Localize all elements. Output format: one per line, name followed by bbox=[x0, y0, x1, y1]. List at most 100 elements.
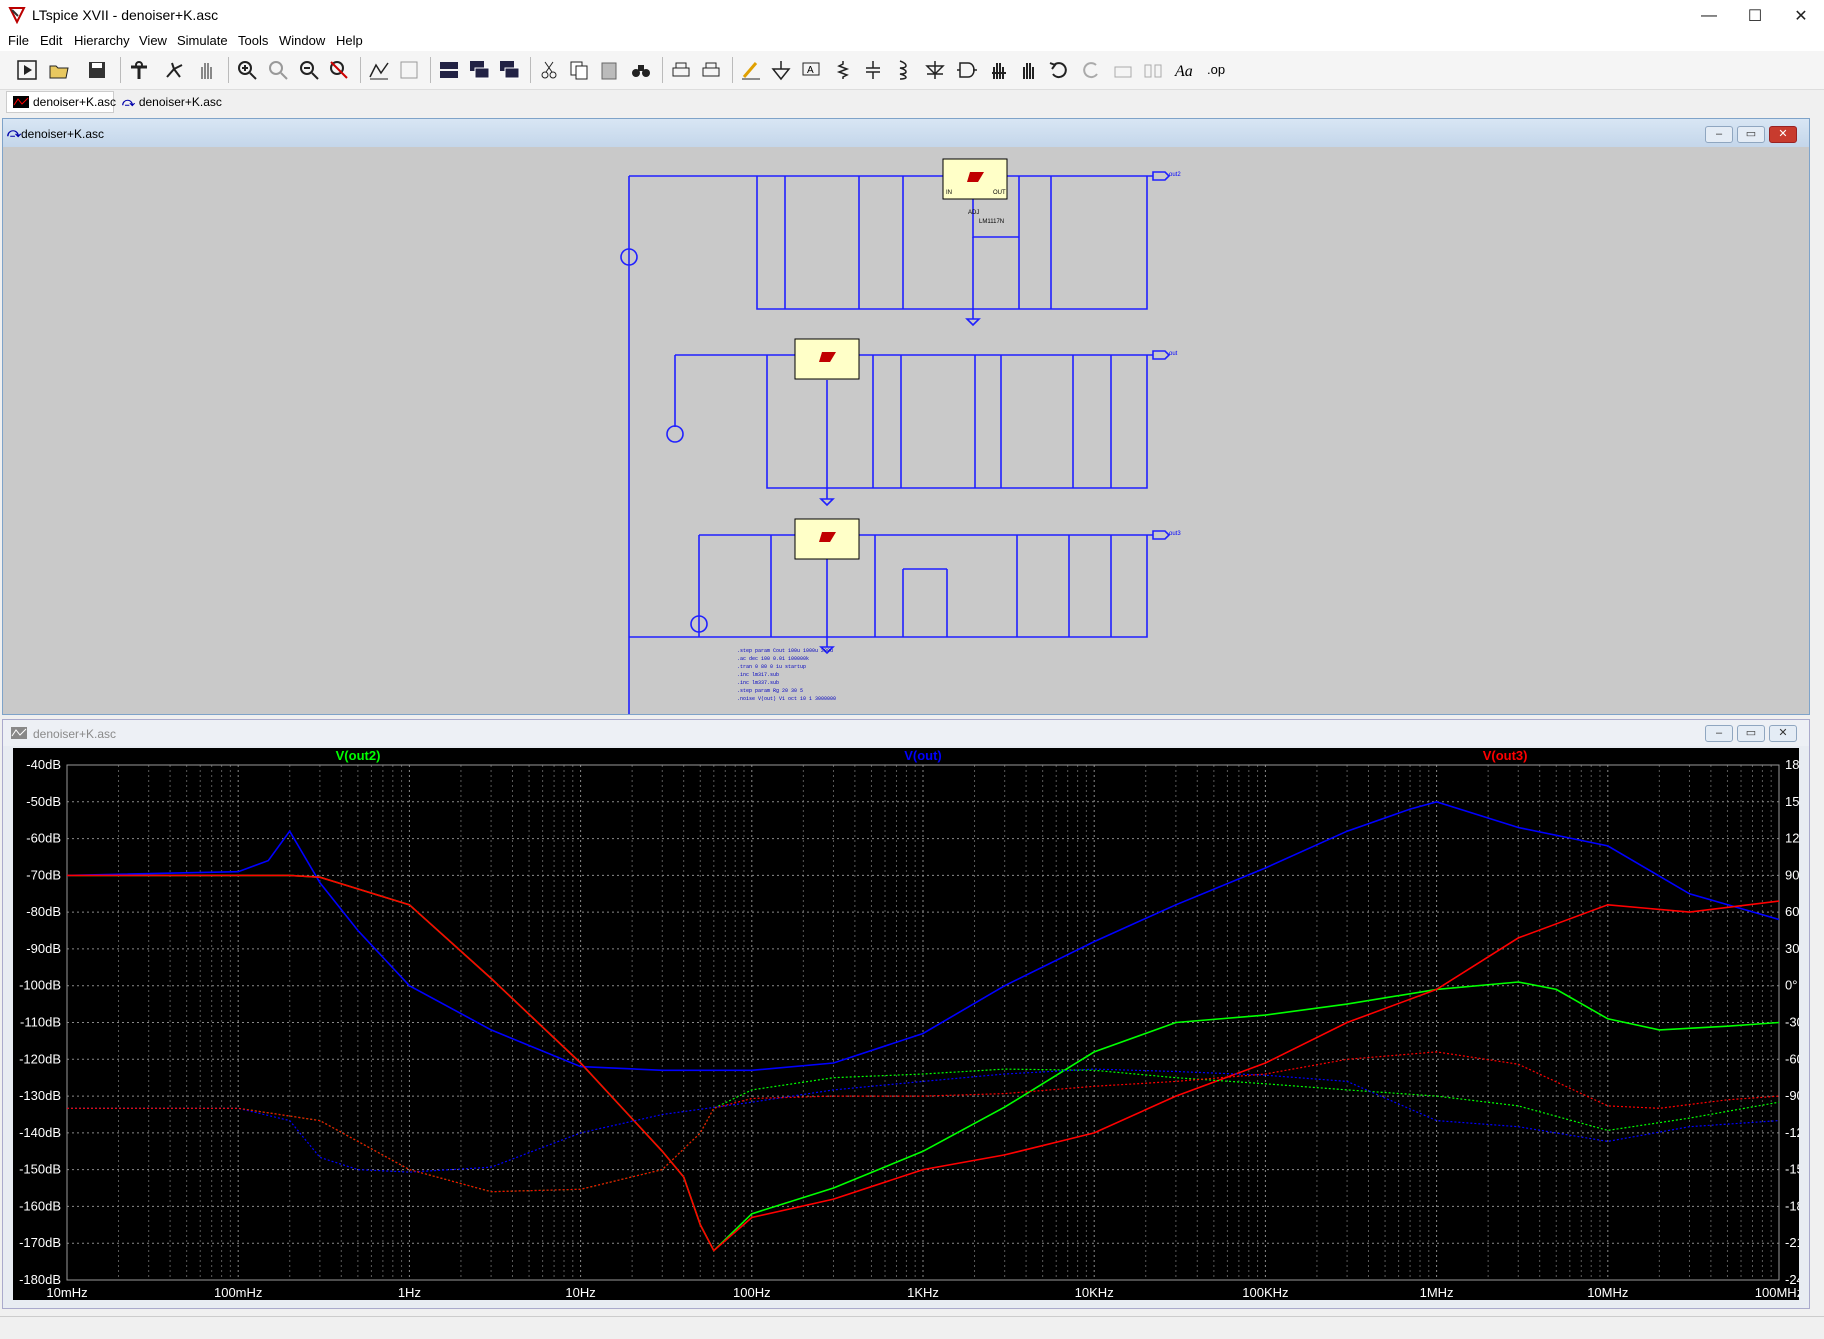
y-tick-label-phase: 90° bbox=[1785, 867, 1799, 882]
schematic-icon: ⤼ bbox=[122, 94, 135, 109]
waveform-icon bbox=[13, 96, 29, 108]
menu-view[interactable]: View bbox=[139, 33, 167, 48]
open-folder-icon[interactable] bbox=[46, 57, 72, 83]
print-setup-icon[interactable] bbox=[698, 57, 724, 83]
cut-icon[interactable] bbox=[536, 57, 562, 83]
spice-directives: .step param Cout 100u 1000u 200u .ac dec… bbox=[737, 647, 836, 703]
waveform-icon bbox=[11, 726, 27, 739]
net-flag-out3: out3 bbox=[1169, 531, 1181, 537]
cascade-windows-icon[interactable] bbox=[466, 57, 492, 83]
zoom-out-icon[interactable] bbox=[296, 57, 322, 83]
schematic-icon: ⤼ bbox=[7, 125, 21, 140]
y-tick-label-phase: -120° bbox=[1785, 1125, 1799, 1140]
autorange-icon[interactable] bbox=[366, 57, 392, 83]
tile-horizontal-icon[interactable] bbox=[436, 57, 462, 83]
tab-bar: denoiser+K.asc ⤼ denoiser+K.asc bbox=[0, 90, 1824, 114]
run-icon[interactable] bbox=[14, 57, 40, 83]
menu-window[interactable]: Window bbox=[279, 33, 325, 48]
label-net-icon[interactable]: A bbox=[798, 57, 824, 83]
waveform-minimize-button[interactable]: – bbox=[1705, 725, 1733, 742]
tab-waveform-label: denoiser+K.asc bbox=[33, 95, 117, 109]
trace-label: V(out3) bbox=[1483, 748, 1528, 763]
y-tick-label-db: -160dB bbox=[19, 1198, 61, 1213]
capacitor-icon[interactable] bbox=[860, 57, 886, 83]
y-tick-label-db: -60dB bbox=[26, 831, 61, 846]
ground-icon[interactable] bbox=[768, 57, 794, 83]
menu-bar: File Edit Hierarchy View Simulate Tools … bbox=[0, 31, 1824, 51]
spice-directive-icon[interactable]: .op bbox=[1204, 57, 1230, 83]
drag-hand-icon[interactable] bbox=[1016, 57, 1042, 83]
y-tick-label-phase: 180° bbox=[1785, 757, 1799, 772]
find-binoculars-icon[interactable] bbox=[628, 57, 654, 83]
y-tick-label-phase: 150° bbox=[1785, 794, 1799, 809]
menu-edit[interactable]: Edit bbox=[40, 33, 62, 48]
tab-waveform[interactable]: denoiser+K.asc bbox=[6, 91, 117, 113]
schematic-minimize-button[interactable]: – bbox=[1705, 126, 1733, 143]
y-tick-label-db: -170dB bbox=[19, 1235, 61, 1250]
minimize-button[interactable]: — bbox=[1686, 0, 1732, 31]
toolbar: A Aa .op bbox=[0, 51, 1824, 90]
schematic-restore-button[interactable]: ▭ bbox=[1737, 126, 1765, 143]
redo-icon[interactable] bbox=[1078, 57, 1104, 83]
component-icon[interactable] bbox=[954, 57, 980, 83]
tab-schematic[interactable]: ⤼ denoiser+K.asc bbox=[116, 91, 222, 113]
zoom-cancel-icon[interactable] bbox=[326, 57, 352, 83]
menu-help[interactable]: Help bbox=[336, 33, 363, 48]
zoom-full-icon[interactable] bbox=[265, 57, 291, 83]
directive-line: .noise V(out) V1 oct 10 1 3000000 bbox=[737, 696, 837, 702]
draw-wire-icon[interactable] bbox=[738, 57, 764, 83]
inductor-icon[interactable] bbox=[890, 57, 916, 83]
x-tick-label: 1KHz bbox=[907, 1285, 939, 1300]
waveform-close-button[interactable]: ✕ bbox=[1769, 725, 1797, 742]
x-tick-label: 100MHz bbox=[1755, 1285, 1799, 1300]
menu-file[interactable]: File bbox=[8, 33, 29, 48]
diode-icon[interactable] bbox=[922, 57, 948, 83]
pan-hand-icon[interactable] bbox=[194, 57, 220, 83]
zoom-in-icon[interactable] bbox=[234, 57, 260, 83]
regulator-label-in: IN bbox=[946, 190, 952, 196]
undo-icon[interactable] bbox=[1046, 57, 1072, 83]
fft-icon[interactable] bbox=[396, 57, 422, 83]
y-tick-label-phase: 60° bbox=[1785, 904, 1799, 919]
y-tick-label-db: -100dB bbox=[19, 978, 61, 993]
x-tick-label: 100KHz bbox=[1242, 1285, 1288, 1300]
close-windows-icon[interactable] bbox=[496, 57, 522, 83]
move-hand-icon[interactable] bbox=[986, 57, 1012, 83]
paste-icon[interactable] bbox=[596, 57, 622, 83]
schematic-close-button[interactable]: ✕ bbox=[1769, 126, 1797, 143]
mirror-icon[interactable] bbox=[1140, 57, 1166, 83]
menu-tools[interactable]: Tools bbox=[238, 33, 268, 48]
y-tick-label-db: -130dB bbox=[19, 1088, 61, 1103]
trace-label: V(out) bbox=[904, 748, 942, 763]
waveform-restore-button[interactable]: ▭ bbox=[1737, 725, 1765, 742]
rotate-icon[interactable] bbox=[1110, 57, 1136, 83]
bode-plot[interactable]: -40dB -50dB -60dB -70dB -80dB -90dB -100dB -110… bbox=[13, 748, 1799, 1300]
y-tick-label-db: -150dB bbox=[19, 1162, 61, 1177]
control-panel-icon[interactable] bbox=[126, 57, 152, 83]
schematic-window-title: denoiser+K.asc bbox=[21, 127, 105, 141]
y-tick-label-phase: 30° bbox=[1785, 941, 1799, 956]
waveform-plot-area[interactable]: -40dB -50dB -60dB -70dB -80dB -90dB -100dB -110… bbox=[13, 748, 1799, 1300]
resistor-icon[interactable] bbox=[830, 57, 856, 83]
menu-hierarchy[interactable]: Hierarchy bbox=[74, 33, 130, 48]
maximize-button[interactable]: ☐ bbox=[1732, 0, 1778, 31]
schematic-window-titlebar: ⤼ denoiser+K.asc – ▭ ✕ bbox=[3, 119, 1809, 147]
save-icon[interactable] bbox=[84, 57, 110, 83]
x-tick-label: 10Hz bbox=[565, 1285, 595, 1300]
x-tick-label: 100mHz bbox=[214, 1285, 262, 1300]
y-tick-label-db: -80dB bbox=[26, 904, 61, 919]
text-icon[interactable]: Aa bbox=[1172, 57, 1198, 83]
y-tick-label-phase: -30° bbox=[1785, 1015, 1799, 1030]
directive-line: .ac dec 100 0.01 100000k bbox=[737, 656, 810, 662]
y-tick-label-db: -110dB bbox=[20, 1015, 61, 1030]
close-button[interactable]: ✕ bbox=[1778, 0, 1824, 31]
print-icon[interactable] bbox=[668, 57, 694, 83]
copy-icon[interactable] bbox=[566, 57, 592, 83]
y-tick-label-db: -90dB bbox=[26, 941, 61, 956]
halt-icon[interactable] bbox=[162, 57, 188, 83]
title-bar: LTspice XVII - denoiser+K.asc — ☐ ✕ bbox=[0, 0, 1824, 31]
menu-simulate[interactable]: Simulate bbox=[177, 33, 228, 48]
y-tick-label-phase: 120° bbox=[1785, 831, 1799, 846]
schematic-canvas[interactable]: IN OUT ADJ LM1117N out2 out out3 .step p… bbox=[3, 147, 1809, 714]
directive-line: .inc lm337.sub bbox=[737, 680, 780, 686]
